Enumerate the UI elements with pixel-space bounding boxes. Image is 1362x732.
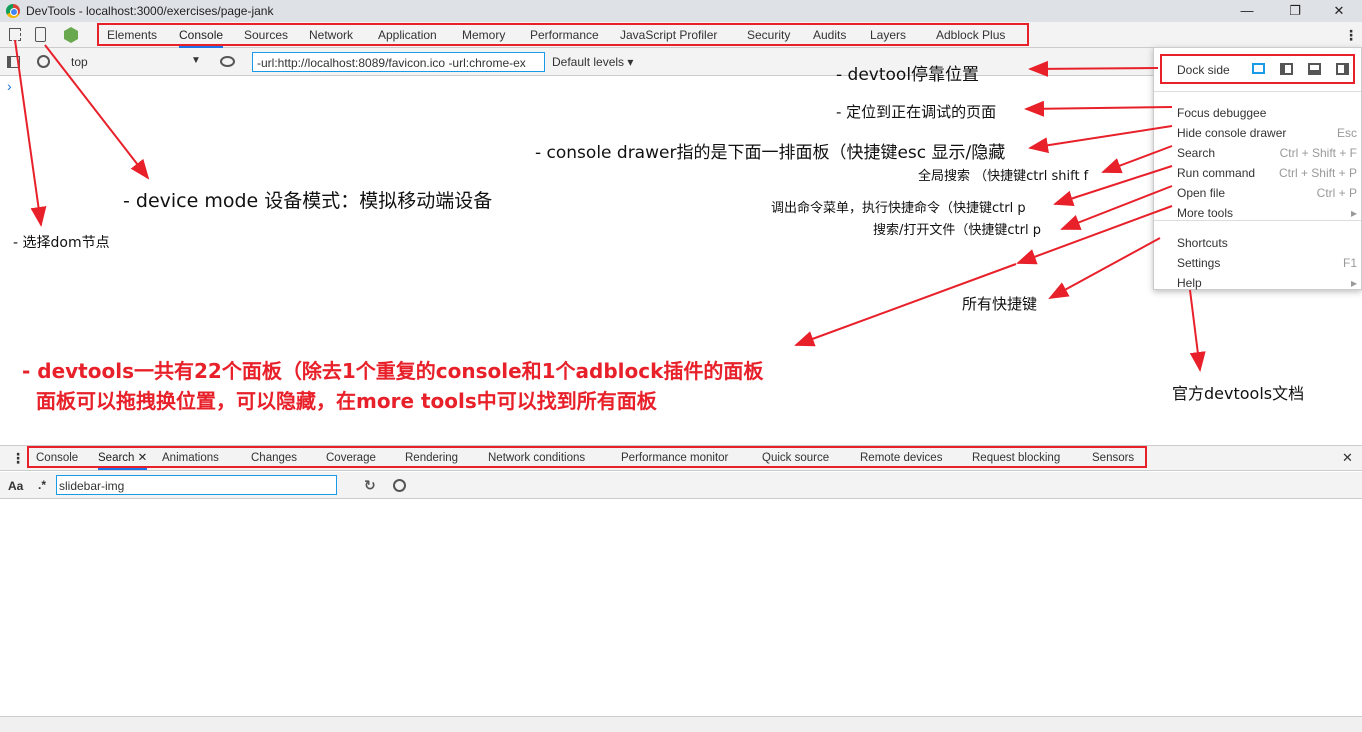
annotation-device: - device mode 设备模式：模拟移动端设备 xyxy=(123,190,493,212)
annotation-docs: 官方devtools文档 xyxy=(1172,384,1305,403)
arrow-focus xyxy=(1024,100,1173,117)
arrow-moretools xyxy=(1016,205,1173,265)
annotation-openfile: 搜索/打开文件（快捷键ctrl p xyxy=(873,223,1041,238)
arrow-dock xyxy=(1028,60,1159,77)
annotation-dock: - devtool停靠位置 xyxy=(836,65,980,85)
arrow-device xyxy=(44,44,150,180)
arrow-openfile xyxy=(1060,185,1173,230)
arrow-shortcuts xyxy=(1048,237,1161,299)
annotation-shortcuts: 所有快捷键 xyxy=(962,295,1038,313)
annotation-drawer: - console drawer指的是下面一排面板（快捷键esc 显示/隐藏 xyxy=(535,143,1006,163)
annotation-command: 调出命令菜单，执行快捷命令（快捷键ctrl p xyxy=(771,201,1026,216)
annotation-search: 全局搜索 （快捷键ctrl shift f xyxy=(918,169,1089,184)
annotation-select: - 选择dom节点 xyxy=(13,235,110,251)
annotation-panels-line2: 面板可以拖拽换位置，可以隐藏，在more tools中可以找到所有面板 xyxy=(36,389,657,413)
annotation-panels-line1: - devtools一共有22个面板（除去1个重复的console和1个adbl… xyxy=(22,359,764,383)
arrow-help xyxy=(1189,289,1206,372)
annotation-focus: - 定位到正在调试的页面 xyxy=(836,103,997,121)
arrow-drawer xyxy=(1028,125,1173,154)
arrow-select xyxy=(14,39,47,227)
arrow-search xyxy=(1101,145,1173,174)
